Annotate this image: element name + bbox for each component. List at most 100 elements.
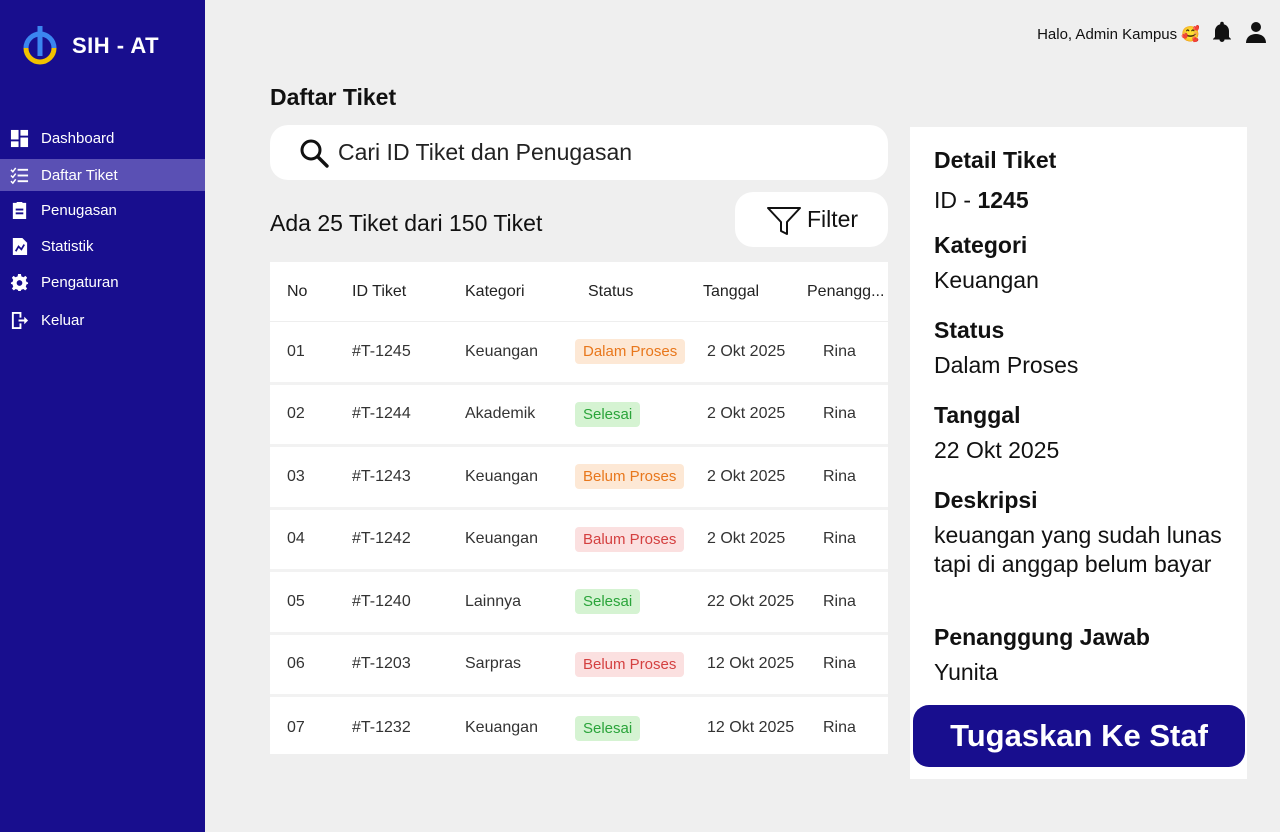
bell-icon[interactable] — [1210, 20, 1234, 48]
detail-penanggung-value: Yunita — [934, 659, 998, 685]
detail-id-value: 1245 — [977, 187, 1029, 213]
cell-id: #T-1232 — [352, 719, 411, 737]
cell-kategori: Keuangan — [465, 467, 538, 485]
cell-kategori: Keuangan — [465, 342, 538, 360]
header-kategori[interactable]: Kategori — [465, 283, 575, 301]
logout-icon — [10, 311, 29, 330]
sidebar-item-penugasan[interactable]: Penugasan — [0, 194, 205, 226]
brand-logo-icon — [23, 26, 57, 65]
table-row[interactable]: 04 #T-1242 Keuangan Balum Proses 2 Okt 2… — [270, 510, 888, 572]
detail-title: Detail Tiket — [934, 147, 1057, 173]
chart-file-icon — [10, 237, 29, 256]
status-badge: Selesai — [575, 401, 641, 427]
cell-penanggung: Rina — [823, 592, 856, 610]
cell-tanggal: 2 Okt 2025 — [707, 405, 786, 423]
cell-tanggal: 12 Okt 2025 — [707, 719, 795, 737]
sidebar-item-keluar[interactable]: Keluar — [0, 304, 205, 336]
cell-id: #T-1243 — [352, 467, 411, 485]
detail-deskripsi-label: Deskripsi — [934, 487, 1038, 513]
search-bar[interactable] — [270, 125, 888, 180]
table-row[interactable]: 03 #T-1243 Keuangan Belum Proses 2 Okt 2… — [270, 447, 888, 510]
detail-kategori-value: Keuangan — [934, 267, 1039, 293]
sidebar-item-label: Dashboard — [41, 129, 115, 147]
ticket-table: No ID Tiket Kategori Status Tanggal Pena… — [270, 262, 888, 754]
cell-kategori: Keuangan — [465, 719, 538, 737]
topbar: Halo, Admin Kampus 🥰 — [1037, 20, 1268, 48]
cell-penanggung: Rina — [823, 530, 856, 548]
brand[interactable]: SIH - AT — [20, 24, 159, 68]
header-id[interactable]: ID Tiket — [352, 283, 465, 301]
cell-no: 05 — [287, 592, 305, 610]
sidebar-item-label: Pengaturan — [41, 273, 119, 291]
user-icon[interactable] — [1244, 20, 1268, 48]
sidebar-item-pengaturan[interactable]: Pengaturan — [0, 266, 205, 298]
filter-button[interactable]: Filter — [735, 192, 888, 247]
table-row[interactable]: 05 #T-1240 Lainnya Selesai 22 Okt 2025 R… — [270, 572, 888, 635]
cell-tanggal: 2 Okt 2025 — [707, 467, 786, 485]
detail-tanggal-label: Tanggal — [934, 402, 1021, 428]
detail-id-prefix: ID - — [934, 187, 978, 213]
search-icon — [300, 139, 329, 168]
sidebar-item-label: Statistik — [41, 237, 94, 255]
cell-id: #T-1244 — [352, 405, 411, 423]
cell-tanggal: 12 Okt 2025 — [707, 655, 795, 673]
cell-penanggung: Rina — [823, 405, 856, 423]
detail-tanggal-value: 22 Okt 2025 — [934, 437, 1060, 463]
header-no[interactable]: No — [270, 283, 352, 301]
filter-icon — [766, 206, 801, 235]
status-badge: Balum Proses — [575, 526, 685, 552]
filter-label: Filter — [806, 206, 859, 232]
table-row[interactable]: 07 #T-1232 Keuangan Selesai 12 Okt 2025 … — [270, 697, 888, 760]
header-penanggung[interactable]: Penangg... — [807, 283, 888, 301]
sidebar-item-daftar-tiket[interactable]: Daftar Tiket — [0, 159, 205, 191]
sidebar: SIH - AT Dashboard Daftar Tiket Penugasa… — [0, 0, 205, 832]
sidebar-item-dashboard[interactable]: Dashboard — [0, 122, 205, 154]
table-row[interactable]: 06 #T-1203 Sarpras Belum Proses 12 Okt 2… — [270, 635, 888, 697]
cell-penanggung: Rina — [823, 719, 856, 737]
table-row[interactable]: 01 #T-1245 Keuangan Dalam Proses 2 Okt 2… — [270, 322, 888, 385]
detail-status-label: Status — [934, 317, 1005, 343]
cell-id: #T-1245 — [352, 342, 411, 360]
detail-penanggung-label: Penanggung Jawab — [934, 624, 1150, 650]
cell-tanggal: 2 Okt 2025 — [707, 342, 786, 360]
detail-status-value: Dalam Proses — [934, 352, 1079, 378]
cell-kategori: Keuangan — [465, 530, 538, 548]
clipboard-icon — [10, 201, 29, 220]
detail-id: ID - 1245 — [934, 187, 1029, 214]
header-tanggal[interactable]: Tanggal — [703, 283, 807, 301]
greeting-text: Halo, Admin Kampus 🥰 — [1037, 26, 1200, 43]
cell-no: 06 — [287, 655, 305, 673]
cell-penanggung: Rina — [823, 342, 856, 360]
sidebar-item-label: Daftar Tiket — [41, 166, 118, 184]
sidebar-item-statistik[interactable]: Statistik — [0, 230, 205, 262]
status-badge: Belum Proses — [575, 464, 685, 490]
cell-kategori: Sarpras — [465, 655, 522, 673]
checklist-icon — [10, 166, 29, 185]
dashboard-icon — [10, 129, 29, 148]
cell-no: 04 — [287, 530, 305, 548]
cell-kategori: Akademik — [465, 405, 536, 423]
cell-no: 01 — [287, 342, 305, 360]
cell-tanggal: 2 Okt 2025 — [707, 530, 786, 548]
cell-no: 07 — [287, 719, 305, 737]
cell-tanggal: 22 Okt 2025 — [707, 592, 795, 610]
ticket-count-text: Ada 25 Tiket dari 150 Tiket — [270, 210, 543, 236]
cell-kategori: Lainnya — [465, 592, 522, 610]
status-badge: Dalam Proses — [575, 339, 686, 365]
table-row[interactable]: 02 #T-1244 Akademik Selesai 2 Okt 2025 R… — [270, 385, 888, 447]
cell-id: #T-1240 — [352, 592, 411, 610]
header-status[interactable]: Status — [575, 283, 703, 301]
cell-id: #T-1203 — [352, 655, 411, 673]
cell-penanggung: Rina — [823, 655, 856, 673]
cell-id: #T-1242 — [352, 530, 411, 548]
status-badge: Selesai — [575, 589, 641, 615]
assign-to-staff-button[interactable]: Tugaskan Ke Staf — [913, 705, 1245, 767]
ticket-detail-panel: Detail Tiket ID - 1245 Kategori Keuangan… — [910, 127, 1247, 779]
search-input[interactable] — [338, 139, 858, 166]
page-title: Daftar Tiket — [270, 84, 397, 110]
detail-kategori-label: Kategori — [934, 232, 1028, 258]
sidebar-item-label: Penugasan — [41, 201, 117, 219]
status-badge: Selesai — [575, 715, 641, 741]
gear-icon — [10, 273, 29, 292]
cell-no: 03 — [287, 467, 305, 485]
